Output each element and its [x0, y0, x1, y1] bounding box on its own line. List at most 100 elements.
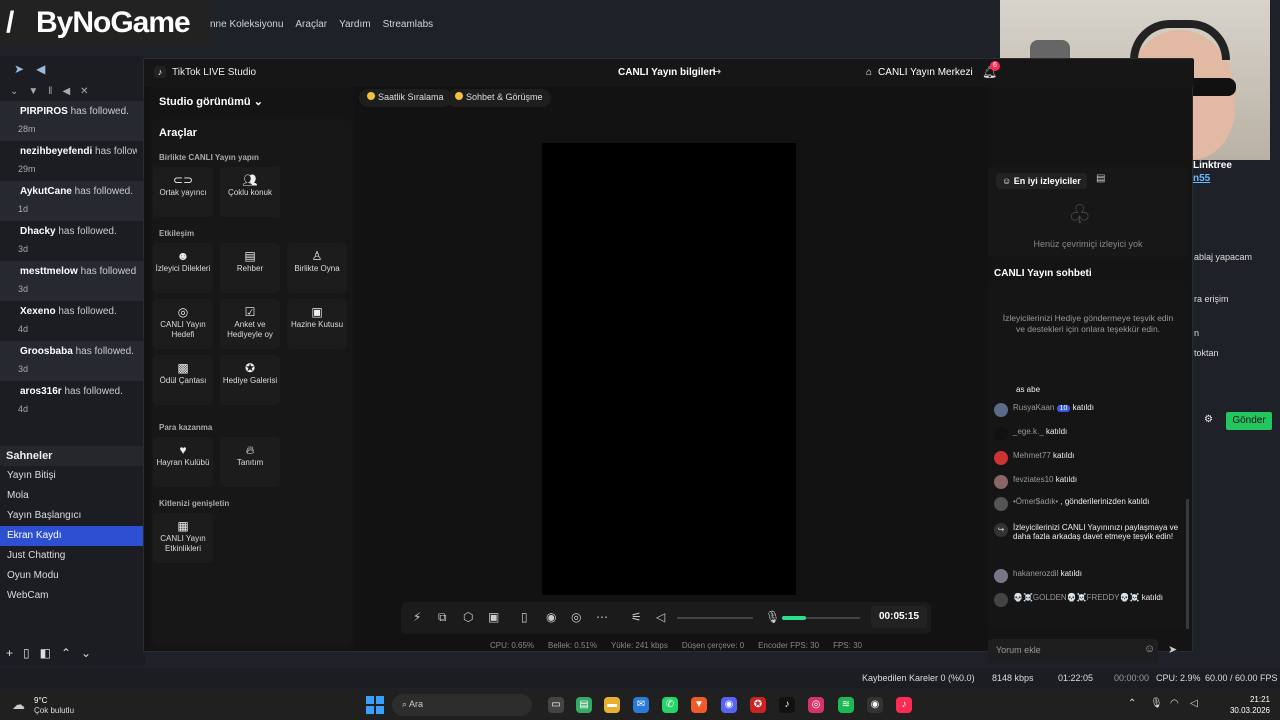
stream-controls: ⚡︎ ⧉ ⬡ ▣ ▯ ◉ ◎ ⋯ ⚟ ◁ 🎙︎ 00:05:15 [401, 602, 931, 634]
store-icon[interactable]: ▤ [576, 697, 592, 713]
more-icon[interactable]: ⋯ [596, 610, 608, 624]
tool-gift-gallery[interactable]: ✪ Hediye Galerisi [220, 355, 280, 405]
outlook-icon[interactable]: ✉ [633, 697, 649, 713]
tool-treasure[interactable]: ▣ Hazine Kutusu [287, 299, 347, 349]
weather-temp[interactable]: 9°C [34, 696, 47, 705]
menu-tools[interactable]: Araçlar [295, 19, 327, 30]
scene-item[interactable]: WebCam [0, 586, 145, 606]
tool-multiguest[interactable]: 👥︎ Çoklu konuk [220, 167, 280, 217]
send-icon[interactable]: ➤ [14, 62, 24, 76]
move-up-icon[interactable]: ⌃ [61, 646, 71, 664]
chat-message: hakanerozdil katıldı [994, 569, 1182, 583]
tool-cohost[interactable]: ⊂⊃ Ortak yayıncı [153, 167, 213, 217]
tool-reward-bag[interactable]: ▩ Ödül Çantası [153, 355, 213, 405]
scene-item-active[interactable]: Ekran Kaydı [0, 526, 145, 546]
folder-icon[interactable]: ▬ [604, 697, 620, 713]
camera-icon[interactable]: ◎ [571, 610, 581, 624]
chat-message: 💀☠️GOLDEN💀☠️FREDDY💀☠️ katıldı [994, 593, 1182, 607]
scene-item[interactable]: Mola [0, 486, 145, 506]
live-timer: 00:05:15 [871, 606, 927, 628]
megaphone-icon[interactable]: ◀ [36, 62, 45, 76]
tool-fan-club[interactable]: ♥ Hayran Kulübü [153, 437, 213, 487]
follow-event: KPIRPIROS has followed. 28m [0, 101, 145, 141]
wifi-icon[interactable]: ◠ [1170, 698, 1179, 709]
taskbar-search[interactable]: ⌕ Ara [392, 694, 532, 716]
comment-input[interactable]: Yorum ekle [988, 639, 1158, 663]
volume-slider[interactable] [677, 617, 753, 619]
volume-icon[interactable]: ◁ [656, 610, 665, 624]
share-icon[interactable]: ↪ [712, 65, 721, 78]
poll-icon: ☑ [244, 305, 256, 319]
emoji-icon[interactable]: ☺ [1144, 643, 1155, 655]
weather-desc[interactable]: Çok bulutlu [34, 706, 74, 715]
scene-item[interactable]: Just Chatting [0, 546, 145, 566]
list-icon[interactable]: ▤ [1096, 173, 1105, 184]
chevron-up-icon[interactable]: ⌃ [1128, 698, 1136, 709]
studio-view-dropdown[interactable]: Studio görünümü ⌄ [159, 95, 263, 108]
microphone-icon[interactable]: 🎙︎ [765, 610, 780, 624]
source-icon[interactable]: ▣ [488, 610, 499, 624]
windows-start-icon[interactable] [366, 696, 384, 714]
tool-live-events[interactable]: ▦ CANLI Yayın Etkinlikleri [153, 513, 213, 563]
phone-icon[interactable]: ▯ [521, 610, 528, 624]
app-icon[interactable]: ✪ [750, 697, 766, 713]
tool-live-goal[interactable]: ◎ CANLI Yayın Hedefi [153, 299, 213, 349]
tool-poll[interactable]: ☑ Anket ve Hediyeyle oy [220, 299, 280, 349]
instagram-icon[interactable]: ◎ [808, 697, 824, 713]
mute-alerts-icon[interactable]: ✕ [80, 86, 88, 97]
chat-scrollbar[interactable] [1186, 499, 1189, 629]
gear-icon[interactable]: ⚙ [1204, 414, 1213, 425]
linktree-link[interactable]: n55 [1193, 173, 1210, 184]
tool-guide[interactable]: ▤ Rehber [220, 243, 280, 293]
record-icon[interactable]: ◉ [546, 610, 556, 624]
microphone-icon[interactable]: 🎙︎ [1150, 698, 1163, 709]
spotify-icon[interactable]: ≋ [838, 697, 854, 713]
events-filter-toolbar: ⌄ ▼ ‖ ◀ ✕ [0, 82, 145, 101]
volume-icon[interactable]: ◀ [62, 86, 70, 97]
scene-item[interactable]: Yayın Başlangıcı [0, 506, 145, 526]
tiktok-live-studio-icon[interactable]: ♪ [896, 697, 912, 713]
scene-item[interactable]: Yayın Bitişi [0, 466, 145, 486]
settings-sliders-icon[interactable]: ⚟ [631, 610, 642, 624]
tool-play-together[interactable]: ♙ Birlikte Oyna [287, 243, 347, 293]
task-view-icon[interactable]: ▭ [548, 697, 564, 713]
top-viewers-tab[interactable]: ☺ En iyi izleyiciler [996, 173, 1087, 189]
stream-stats: CPU: 0.65% Bellek: 0.51% Yükle: 241 kbps… [490, 641, 862, 650]
menu-streamlabs[interactable]: Streamlabs [383, 19, 434, 30]
obs-icon[interactable]: ◉ [867, 697, 883, 713]
live-info-link[interactable]: CANLI Yayın bilgileri [618, 67, 716, 78]
heart-icon: ♥ [179, 443, 187, 457]
book-icon: ▤ [244, 249, 256, 263]
pause-icon[interactable]: ‖ [48, 86, 52, 97]
send-icon[interactable]: ➤ [1168, 643, 1177, 656]
follow-event: KGroosbaba has followed. 3d [0, 341, 145, 381]
filter-icon[interactable]: ▼ [28, 86, 38, 97]
trash-icon[interactable]: ▯ [23, 646, 30, 664]
effects-icon[interactable]: ⬡ [463, 610, 473, 624]
brave-icon[interactable]: ▼ [691, 697, 707, 713]
magic-wand-icon[interactable]: ⚡︎ [413, 610, 421, 624]
chevron-down-icon[interactable]: ⌄ [10, 86, 18, 97]
menu-scene-collection[interactable]: nne Koleksiyonu [210, 19, 283, 30]
layers-icon[interactable]: ⧉ [438, 610, 447, 625]
filter-icon[interactable]: ◧ [40, 646, 51, 664]
chest-icon: ▣ [311, 305, 323, 319]
mic-level [782, 616, 806, 620]
live-center-link[interactable]: ⌂ CANLI Yayın Merkezi [866, 67, 973, 78]
tool-promo[interactable]: 🔥︎ Tanıtım [220, 437, 280, 487]
menu-help[interactable]: Yardım [339, 19, 371, 30]
hourly-ranking-chip[interactable]: Saatlik Sıralama [359, 89, 452, 107]
tool-viewer-requests[interactable]: ☻ İzleyici Dilekleri [153, 243, 213, 293]
send-button[interactable]: Gönder [1226, 412, 1272, 430]
whatsapp-icon[interactable]: ✆ [662, 697, 678, 713]
move-down-icon[interactable]: ⌄ [81, 646, 91, 664]
scene-item[interactable]: Oyun Modu [0, 566, 145, 586]
clock-time[interactable]: 21:21 [1234, 695, 1270, 704]
tiktok-icon[interactable]: ♪ [779, 697, 795, 713]
clock-date[interactable]: 30.03.2026 [1222, 706, 1270, 715]
volume-icon[interactable]: ◁ [1190, 698, 1198, 709]
chat-call-chip[interactable]: Sohbet & Görüşme [447, 89, 551, 107]
discord-icon[interactable]: ◉ [721, 697, 737, 713]
add-icon[interactable]: + [6, 646, 13, 664]
live-chat-title: CANLI Yayın sohbeti [994, 268, 1092, 279]
